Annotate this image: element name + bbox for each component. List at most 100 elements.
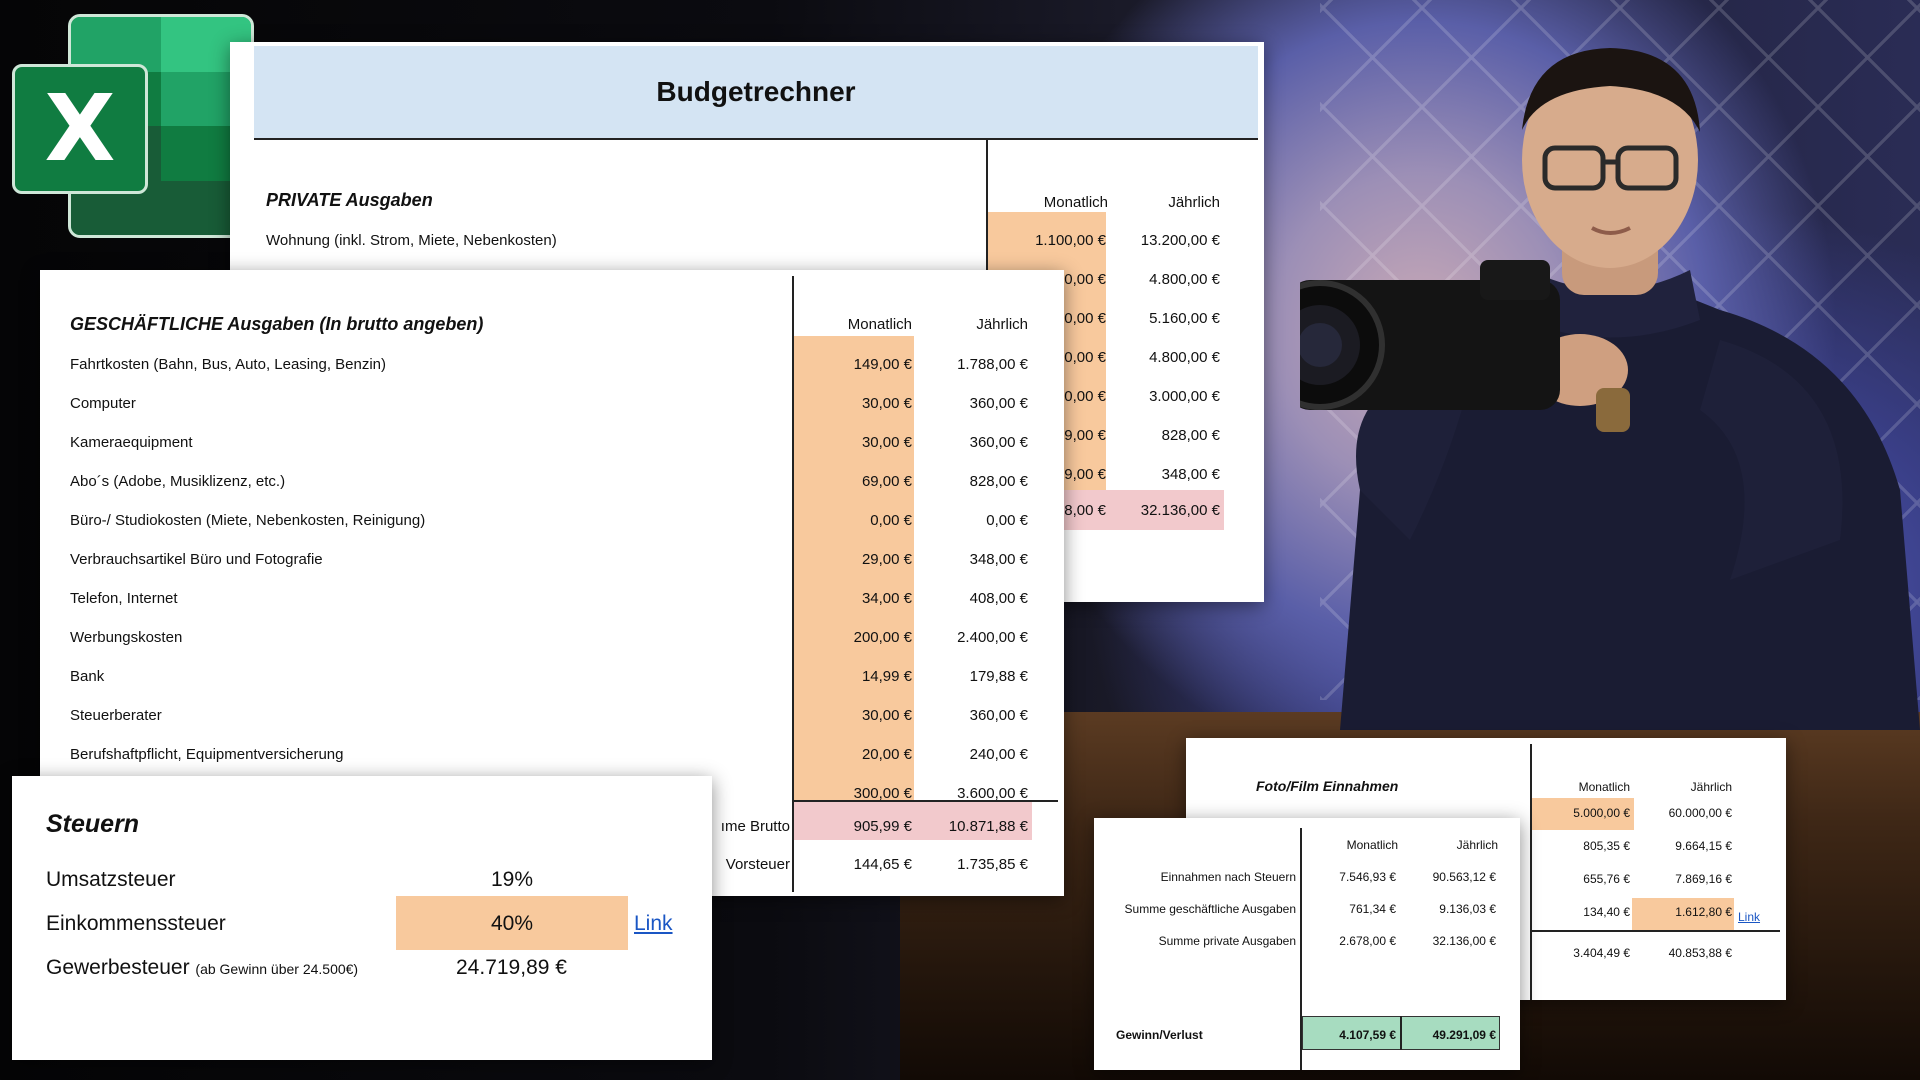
summary-row-label: Einnahmen nach Steuern (1160, 870, 1296, 884)
business-yearly-cell: 2.400,00 € (957, 629, 1028, 646)
photographer-with-camera-image (1300, 20, 1920, 730)
private-yearly-cell: 828,00 € (1161, 427, 1220, 444)
column-header-yearly: Jährlich (1690, 780, 1732, 794)
income-yearly-cell[interactable]: 1.612,80 € (1634, 905, 1732, 919)
summary-monthly-cell: 761,34 € (1349, 902, 1396, 916)
summary-monthly-cell: 7.546,93 € (1339, 870, 1396, 884)
profit-loss-yearly: 49.291,09 € (1432, 1028, 1496, 1042)
business-row-label: Abo´s (Adobe, Musiklizenz, etc.) (70, 473, 286, 490)
income-heading: Foto/Film Einnahmen (1256, 778, 1399, 794)
page-title: Budgetrechner (656, 76, 856, 107)
business-sum-yearly: 10.871,88 € (948, 818, 1028, 835)
business-vat-monthly: 144,65 € (853, 856, 912, 873)
business-row-label: Werbungskosten (70, 629, 183, 646)
business-yearly-cell: 360,00 € (969, 395, 1028, 412)
business-row-label: Bank (70, 668, 105, 685)
business-row-label: Berufshaftpflicht, Equipmentversicherung (70, 746, 344, 763)
business-monthly-cell[interactable]: 34,00 € (796, 590, 912, 607)
title-band: Budgetrechner (254, 46, 1258, 140)
business-yearly-cell: 1.788,00 € (957, 356, 1028, 373)
business-yearly-cell: 240,00 € (969, 746, 1028, 763)
income-yearly-cell: 7.869,16 € (1675, 872, 1732, 886)
business-yearly-cell: 360,00 € (969, 434, 1028, 451)
income-tax-label: Einkommenssteuer (46, 912, 226, 935)
column-header-yearly: Jährlich (976, 316, 1028, 333)
profit-loss-label: Gewinn/Verlust (1116, 1028, 1203, 1042)
private-yearly-cell: 348,00 € (1161, 466, 1220, 483)
business-monthly-cell[interactable]: 200,00 € (796, 629, 912, 646)
column-header-yearly: Jährlich (1456, 838, 1498, 852)
profit-summary-sheet: Monatlich Jährlich Einnahmen nach Steuer… (1094, 818, 1520, 1070)
business-row-label: Steuerberater (70, 707, 162, 724)
private-yearly-cell: 4.800,00 € (1149, 271, 1220, 288)
business-row-label: Telefon, Internet (70, 590, 178, 607)
private-row-label: Wohnung (inkl. Strom, Miete, Nebenkosten… (266, 232, 557, 249)
business-yearly-cell: 179,88 € (969, 668, 1028, 685)
summary-row-label: Summe private Ausgaben (1158, 934, 1296, 948)
summary-monthly-cell: 2.678,00 € (1339, 934, 1396, 948)
private-yearly-cell: 4.800,00 € (1149, 349, 1220, 366)
business-monthly-cell[interactable]: 20,00 € (796, 746, 912, 763)
summary-yearly-cell: 90.563,12 € (1432, 870, 1496, 884)
column-header-monthly: Monatlich (1043, 194, 1108, 211)
business-monthly-cell[interactable]: 149,00 € (796, 356, 912, 373)
business-monthly-cell[interactable]: 69,00 € (796, 473, 912, 490)
trade-tax-note: (ab Gewinn über 24.500€) (195, 961, 359, 977)
business-expenses-heading: GESCHÄFTLICHE Ausgaben (In brutto angebe… (70, 314, 484, 334)
trade-tax-value: 24.719,89 € (456, 956, 567, 979)
business-row-label: Fahrtkosten (Bahn, Bus, Auto, Leasing, B… (70, 356, 387, 373)
income-yearly-cell: 40.853,88 € (1668, 946, 1732, 960)
income-tax-value[interactable]: 40% (396, 912, 628, 936)
business-monthly-cell[interactable]: 14,99 € (796, 668, 912, 685)
vat-value: 19% (490, 868, 534, 891)
trade-tax-label: Gewerbesteuer (ab Gewinn über 24.500€) (46, 956, 358, 980)
business-monthly-cell[interactable]: 30,00 € (796, 707, 912, 724)
private-yearly-cell: 13.200,00 € (1140, 232, 1220, 249)
taxes-sheet: Steuern Umsatzsteuer 19% Einkommenssteue… (12, 776, 712, 1060)
income-monthly-cell: 134,40 € (1583, 905, 1630, 919)
private-expenses-heading: PRIVATE Ausgaben (266, 190, 433, 210)
income-link[interactable]: Link (1738, 910, 1760, 924)
business-monthly-cell[interactable]: 0,00 € (796, 512, 912, 529)
private-monthly-cell[interactable]: 1.100,00 € (990, 232, 1106, 249)
business-row-label: Kameraequipment (70, 434, 193, 451)
trade-tax-label-text: Gewerbesteuer (46, 956, 190, 979)
business-yearly-cell: 3.600,00 € (957, 785, 1028, 802)
income-yearly-cell: 60.000,00 € (1668, 806, 1732, 820)
income-monthly-cell: 655,76 € (1583, 872, 1630, 886)
business-monthly-cell[interactable]: 300,00 € (796, 785, 912, 802)
income-monthly-cell[interactable]: 5.000,00 € (1532, 806, 1630, 820)
income-tax-link[interactable]: Link (634, 912, 673, 936)
income-yearly-cell: 9.664,15 € (1675, 839, 1732, 853)
excel-logo-letter: X (12, 64, 148, 194)
business-yearly-cell: 0,00 € (986, 512, 1028, 529)
profit-loss-monthly: 4.107,59 € (1339, 1028, 1396, 1042)
business-monthly-cell[interactable]: 29,00 € (796, 551, 912, 568)
vat-label: Umsatzsteuer (46, 868, 176, 891)
business-row-label: Büro-/ Studiokosten (Miete, Nebenkosten,… (70, 512, 426, 529)
private-yearly-cell: 3.000,00 € (1149, 388, 1220, 405)
summary-yearly-cell: 32.136,00 € (1432, 934, 1496, 948)
private-yearly-cell: 5.160,00 € (1149, 310, 1220, 327)
column-header-monthly: Monatlich (1346, 838, 1398, 852)
excel-logo-icon: X (10, 10, 256, 242)
column-header-yearly: Jährlich (1168, 194, 1220, 211)
business-yearly-cell: 348,00 € (969, 551, 1028, 568)
column-header-monthly: Monatlich (847, 316, 912, 333)
result-cell-divider (1400, 1016, 1402, 1050)
business-row-label: Verbrauchsartikel Büro und Fotografie (70, 551, 323, 568)
business-monthly-cell[interactable]: 30,00 € (796, 434, 912, 451)
business-vat-yearly: 1.735,85 € (957, 856, 1028, 873)
business-yearly-cell: 360,00 € (969, 707, 1028, 724)
summary-yearly-cell: 9.136,03 € (1439, 902, 1496, 916)
income-sum-separator-line (1532, 930, 1780, 932)
taxes-heading: Steuern (46, 810, 140, 838)
business-yearly-cell: 828,00 € (969, 473, 1028, 490)
income-monthly-cell: 805,35 € (1583, 839, 1630, 853)
business-yearly-cell: 408,00 € (969, 590, 1028, 607)
business-row-label: Computer (70, 395, 136, 412)
business-monthly-cell[interactable]: 30,00 € (796, 395, 912, 412)
private-sum-yearly: 32.136,00 € (1140, 502, 1220, 519)
business-sum-monthly: 905,99 € (853, 818, 912, 835)
income-monthly-cell: 3.404,49 € (1573, 946, 1630, 960)
